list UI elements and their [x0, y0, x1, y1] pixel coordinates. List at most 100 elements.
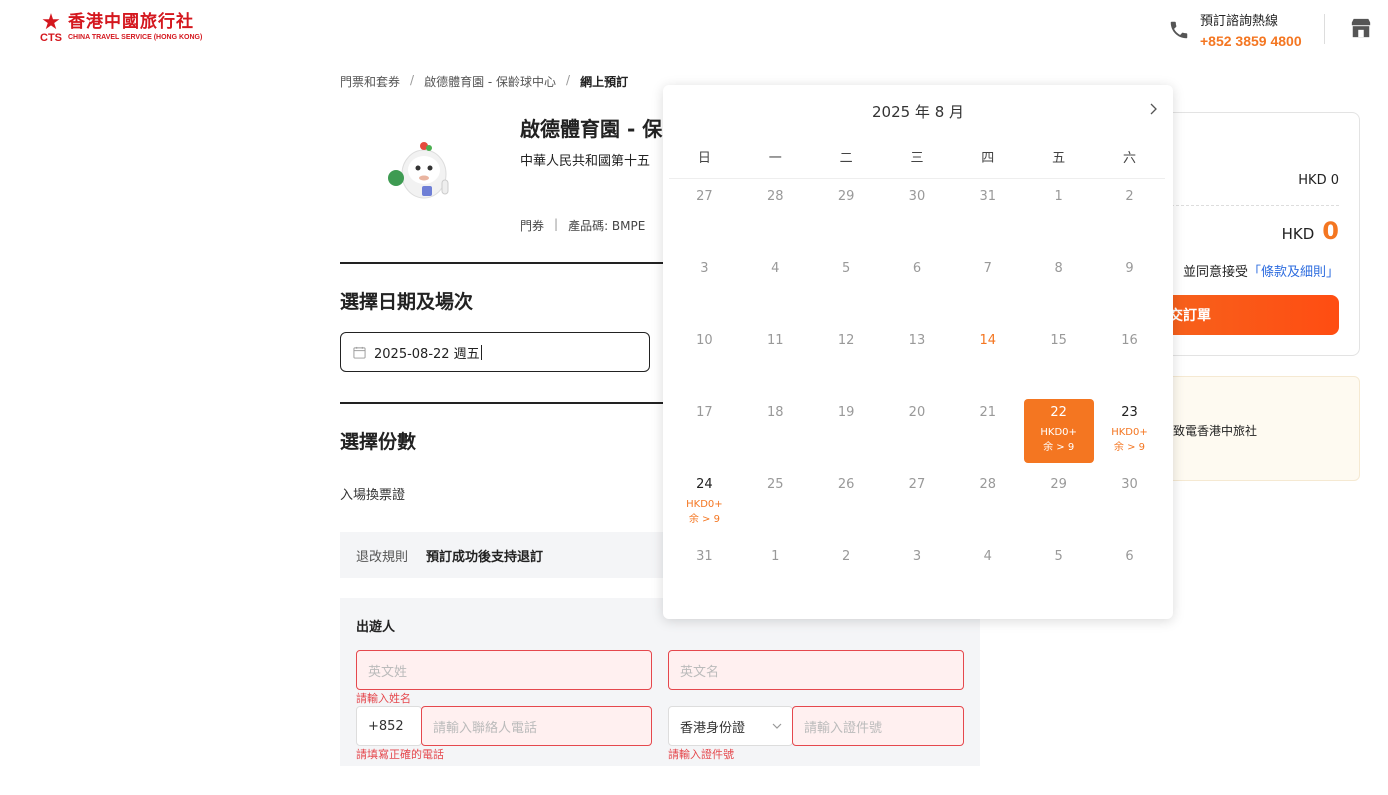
policy-value: 預訂成功後支持退訂 [426, 549, 544, 565]
calendar-day-number: 30 [908, 189, 926, 204]
calendar-grid: 27 28 29 30 31 1 2 3 4 5 6 7 8 9 10 11 12 13 14 15 16 17 18 19 2… [669, 183, 1165, 615]
calendar-day: 5 [811, 255, 881, 319]
calendar-day-stock: 余 > 9 [1043, 442, 1075, 453]
notice-box: 請致電香港中旅社 [1140, 376, 1360, 481]
calendar-day-number: 6 [912, 261, 922, 276]
calendar-day: 19 [811, 399, 881, 463]
calendar-day-number: 22 [1050, 405, 1067, 420]
calendar-day-number: 6 [1125, 549, 1134, 564]
calendar-day-number: 1 [771, 549, 780, 564]
calendar-day-number: 31 [696, 549, 713, 564]
store-icon[interactable] [1350, 17, 1372, 39]
chevron-right-icon[interactable] [1147, 101, 1161, 117]
calendar-day: 9 [1094, 255, 1164, 319]
breadcrumb-tickets[interactable]: 門票和套券 [340, 73, 400, 90]
calendar-week-row: 17 18 19 20 21 22 HKD0+ 余 > 9 23 HKD0+ 余 > 9 [669, 399, 1165, 471]
quantity-section-heading: 選擇份數 [340, 431, 417, 453]
weekday-label: 一 [768, 151, 782, 166]
calendar-day-number: 19 [837, 405, 855, 420]
calendar-day: 1 [1024, 183, 1094, 247]
calendar-day[interactable]: 24 HKD0+ 余 > 9 [669, 471, 739, 535]
calendar-day[interactable]: 23 HKD0+ 余 > 9 [1094, 399, 1164, 463]
date-input[interactable]: 2025-08-22 週五 [340, 332, 650, 372]
calendar-day: 3 [882, 543, 952, 607]
traveler-form: 出遊人 英文姓 英文名 請輸入姓名 +852 請輸入聯絡人電話 請填寫正確的電話… [340, 598, 980, 766]
phone-field[interactable]: 請輸入聯絡人電話 [421, 706, 652, 746]
calendar-day: 14 [953, 327, 1023, 391]
calendar-day-number: 8 [1054, 261, 1063, 276]
calendar-week-row: 10 11 12 13 14 15 16 [669, 327, 1165, 399]
calendar-day: 3 [669, 255, 739, 319]
id-type-select[interactable]: 香港身份證 [668, 706, 793, 746]
calendar-day: 28 [740, 183, 810, 247]
calendar-day-number: 28 [979, 477, 997, 492]
calendar-day-number: 3 [912, 549, 922, 564]
calendar-day-number: 7 [983, 261, 992, 276]
surname-field[interactable]: 英文姓 [356, 650, 652, 690]
terms-prefix: 並同意接受 [1182, 265, 1248, 280]
section-divider [340, 262, 670, 264]
calendar-day: 12 [811, 327, 881, 391]
calendar-day-stock: 余 > 9 [688, 514, 720, 525]
calendar-day: 28 [953, 471, 1023, 535]
hotline-number[interactable]: +852 3859 4800 [1200, 33, 1302, 49]
calendar-day-number: 2 [1125, 189, 1134, 204]
calendar-day: 29 [1024, 471, 1094, 535]
calendar-day-number: 30 [1121, 477, 1138, 492]
given-name-field[interactable]: 英文名 [668, 650, 964, 690]
date-input-value: 2025-08-22 週五 [374, 346, 480, 362]
date-picker-popup: 2025 年 8 月 日 一 二 三 四 五 六 27 28 29 30 31 1 2 3 4 5… [663, 85, 1173, 619]
traveler-title: 出遊人 [356, 620, 396, 635]
id-number-field[interactable]: 請輸入證件號 [792, 706, 964, 746]
meta-divider: | [554, 217, 559, 231]
ticket-type-label: 入場換票證 [340, 488, 406, 503]
calendar-day: 29 [811, 183, 881, 247]
calendar-day-number: 4 [771, 261, 780, 276]
terms-line: 並同意接受「條款及細則」 [1183, 261, 1339, 280]
calendar-day[interactable]: 22 HKD0+ 余 > 9 [1023, 399, 1094, 463]
section-divider [340, 402, 670, 404]
breadcrumb-separator: / [410, 73, 415, 87]
calendar-day: 8 [1024, 255, 1094, 319]
cts-logo[interactable]: ★ CTS 香港中國旅行社 CHINA TRAVEL SERVICE (HONG… [38, 12, 202, 46]
calendar-day: 4 [740, 255, 810, 319]
calendar-day-number: 5 [841, 261, 851, 276]
calendar-month-label: 2025 年 8 月 [871, 103, 965, 121]
calendar-day: 30 [1094, 471, 1164, 535]
calendar-week-row: 31 1 2 3 4 5 6 [669, 543, 1165, 615]
calendar-week-row: 24 HKD0+ 余 > 9 25 26 27 28 29 30 [669, 471, 1165, 543]
logo-chinese-name: 香港中國旅行社 [68, 12, 194, 32]
calendar-day: 6 [1094, 543, 1164, 607]
text-caret [480, 344, 482, 360]
mascot-image [388, 142, 449, 199]
calendar-week-row: 3 4 5 6 7 8 9 [669, 255, 1165, 327]
calendar-day-price: HKD0+ [686, 499, 723, 510]
order-summary: HKD 0 HKD 0 並同意接受「條款及細則」 交訂單 [1140, 112, 1360, 356]
star-icon: ★ [41, 10, 61, 35]
calendar-day: 20 [882, 399, 952, 463]
calendar-day: 31 [953, 183, 1023, 247]
calendar-day-number: 18 [766, 405, 784, 420]
calendar-icon [353, 346, 366, 359]
terms-link[interactable]: 「條款及細則」 [1248, 265, 1339, 280]
calendar-day-number: 13 [908, 333, 926, 348]
calendar-day-number: 4 [983, 549, 992, 564]
breadcrumb-product[interactable]: 啟德體育園 - 保齡球中心 [424, 73, 556, 90]
calendar-day-number: 14 [979, 333, 997, 348]
calendar-day-number: 17 [696, 405, 713, 420]
calendar-day-number: 3 [700, 261, 709, 276]
calendar-day-number: 9 [1125, 261, 1134, 276]
calendar-day: 26 [811, 471, 881, 535]
summary-divider [1161, 205, 1339, 206]
product-meta: 門券 | 產品碼: BMPE [520, 217, 645, 234]
weekday-label: 五 [1052, 151, 1066, 166]
calendar-day-number: 28 [766, 189, 784, 204]
country-code-select[interactable]: +852 [356, 706, 422, 746]
phone-icon [1170, 21, 1188, 38]
calendar-day: 6 [882, 255, 952, 319]
calendar-day-number: 16 [1121, 333, 1138, 348]
logo-cts: CTS [40, 32, 62, 44]
calendar-day: 1 [740, 543, 810, 607]
subtotal-value: HKD 0 [1298, 173, 1339, 188]
id-type-value: 香港身份證 [680, 720, 746, 736]
